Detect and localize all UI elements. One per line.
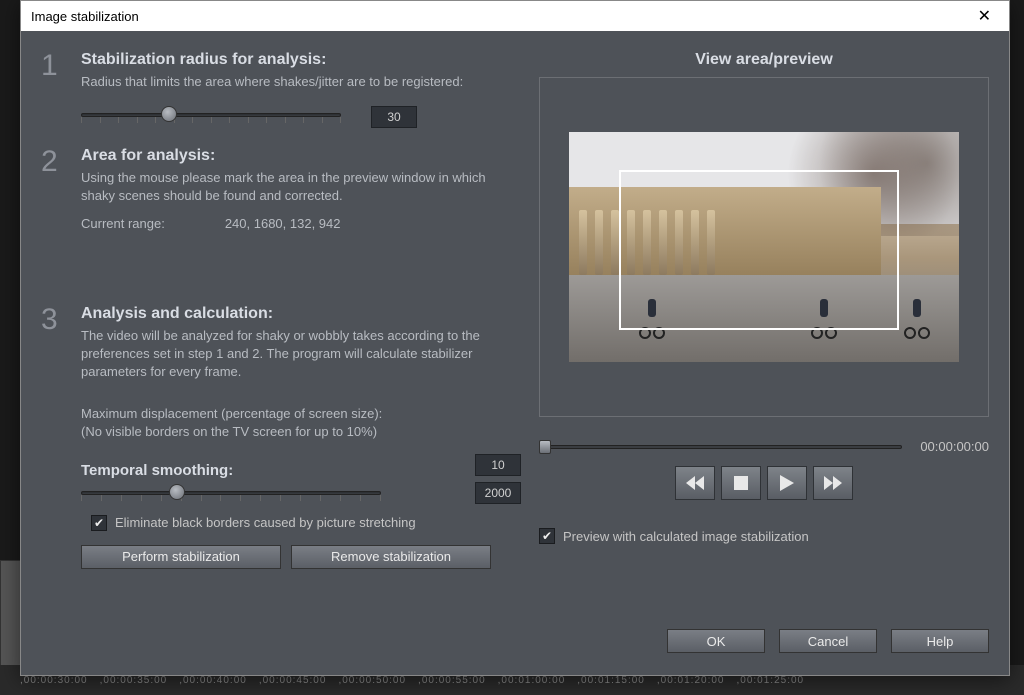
- max-displacement-value[interactable]: 10: [475, 454, 521, 476]
- preview-heading: View area/preview: [539, 51, 989, 69]
- remove-stabilization-button[interactable]: Remove stabilization: [291, 545, 491, 569]
- preview-timecode: 00:00:00:00: [920, 439, 989, 454]
- eliminate-borders-checkbox[interactable]: ✔: [91, 515, 107, 531]
- step-3: 3 Analysis and calculation: The video wi…: [41, 305, 521, 569]
- fast-forward-button[interactable]: [813, 466, 853, 500]
- video-preview[interactable]: [569, 132, 959, 362]
- stop-button[interactable]: [721, 466, 761, 500]
- preview-stabilization-label: Preview with calculated image stabilizat…: [563, 529, 809, 544]
- help-button[interactable]: Help: [891, 629, 989, 653]
- play-button[interactable]: [767, 466, 807, 500]
- step-2: 2 Area for analysis: Using the mouse ple…: [41, 147, 521, 230]
- temporal-smoothing-slider[interactable]: [81, 483, 381, 507]
- cancel-button[interactable]: Cancel: [779, 629, 877, 653]
- rewind-button[interactable]: [675, 466, 715, 500]
- max-displacement-line1: Maximum displacement (percentage of scre…: [81, 405, 521, 423]
- step1-desc: Radius that limits the area where shakes…: [81, 73, 521, 91]
- radius-slider[interactable]: [81, 105, 341, 129]
- current-range-value: 240, 1680, 132, 942: [225, 216, 341, 231]
- eliminate-borders-label: Eliminate black borders caused by pictur…: [115, 515, 416, 530]
- current-range-label: Current range:: [81, 216, 165, 231]
- analysis-area-rect[interactable]: [619, 170, 899, 330]
- image-stabilization-dialog: Image stabilization ✕ 1 Stabilization ra…: [20, 0, 1010, 676]
- step1-heading: Stabilization radius for analysis:: [81, 51, 521, 69]
- radius-value[interactable]: 30: [371, 106, 417, 128]
- preview-time-slider[interactable]: [539, 440, 902, 454]
- step2-heading: Area for analysis:: [81, 147, 521, 165]
- background-toolbar: [0, 560, 22, 670]
- close-icon[interactable]: ✕: [970, 6, 999, 26]
- preview-frame: [539, 77, 989, 417]
- step3-heading: Analysis and calculation:: [81, 305, 521, 323]
- titlebar: Image stabilization ✕: [21, 1, 1009, 31]
- perform-stabilization-button[interactable]: Perform stabilization: [81, 545, 281, 569]
- step2-desc: Using the mouse please mark the area in …: [81, 169, 521, 205]
- step-number-3: 3: [41, 305, 63, 569]
- temporal-smoothing-value[interactable]: 2000: [475, 482, 521, 504]
- temporal-smoothing-heading: Temporal smoothing:: [81, 462, 455, 479]
- step-number-1: 1: [41, 51, 63, 129]
- transport-controls: [539, 466, 989, 500]
- step3-desc: The video will be analyzed for shaky or …: [81, 327, 521, 382]
- max-displacement-line2: (No visible borders on the TV screen for…: [81, 423, 521, 441]
- ok-button[interactable]: OK: [667, 629, 765, 653]
- dialog-title: Image stabilization: [31, 9, 139, 24]
- step-1: 1 Stabilization radius for analysis: Rad…: [41, 51, 521, 129]
- step-number-2: 2: [41, 147, 63, 230]
- preview-stabilization-checkbox[interactable]: ✔: [539, 528, 555, 544]
